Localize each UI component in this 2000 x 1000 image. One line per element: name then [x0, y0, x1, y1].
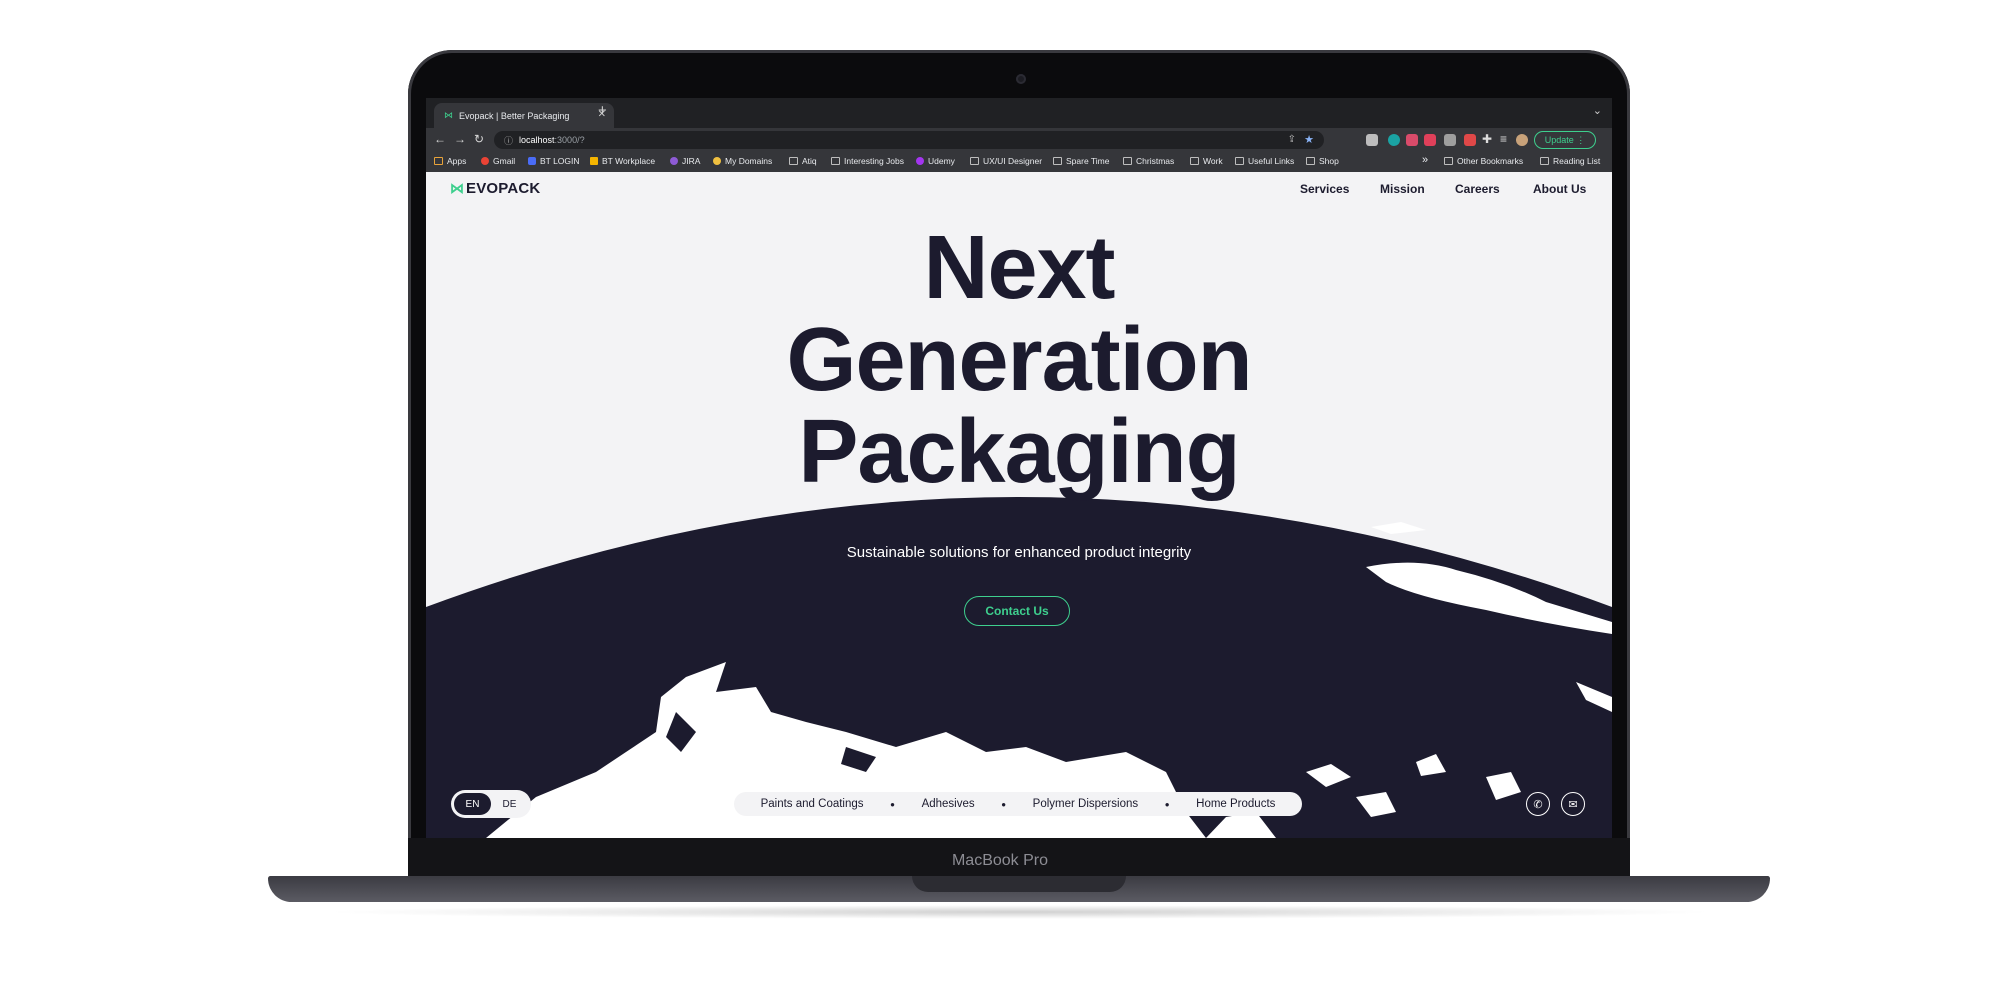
- browser-tab[interactable]: ⋈ Evopack | Better Packaging ✕: [434, 103, 614, 128]
- nav-mission[interactable]: Mission: [1380, 182, 1425, 196]
- tab-title: Evopack | Better Packaging: [459, 110, 570, 121]
- category-home-products[interactable]: Home Products: [1196, 798, 1275, 810]
- extension-icon[interactable]: [1424, 134, 1436, 146]
- bookmark-folder-spare-time[interactable]: Spare Time: [1053, 156, 1109, 166]
- hero-title-line-2: Generation: [786, 310, 1252, 410]
- extension-icon[interactable]: [1388, 134, 1400, 146]
- bookmark-udemy[interactable]: Udemy: [916, 156, 955, 166]
- bookmark-bt-workplace[interactable]: BT Workplace: [590, 156, 655, 166]
- lang-de-option[interactable]: DE: [491, 793, 528, 815]
- nav-about-us[interactable]: About Us: [1533, 182, 1586, 196]
- bookmark-folder-ux-ui[interactable]: UX/UI Designer: [970, 156, 1042, 166]
- hero-title-line-1: Next: [923, 218, 1115, 318]
- bookmark-folder-atiq[interactable]: Atiq: [789, 156, 817, 166]
- tab-search-icon[interactable]: ⌄: [1593, 104, 1602, 117]
- bookmark-folder-useful-links[interactable]: Useful Links: [1235, 156, 1294, 166]
- bt-icon: [528, 157, 536, 165]
- folder-icon: [1123, 157, 1132, 165]
- nav-careers[interactable]: Careers: [1455, 182, 1500, 196]
- bookmark-jira[interactable]: JIRA: [670, 156, 700, 166]
- new-tab-icon[interactable]: +: [598, 102, 607, 119]
- nav-services[interactable]: Services: [1300, 182, 1349, 196]
- laptop-shadow: [320, 905, 1720, 919]
- email-button[interactable]: ✉: [1561, 792, 1585, 816]
- update-button[interactable]: Update ⋮: [1534, 131, 1596, 149]
- extension-icon[interactable]: [1464, 134, 1476, 146]
- bookmarks-overflow-icon[interactable]: »: [1422, 154, 1428, 166]
- windows-icon: [590, 157, 598, 165]
- mail-icon: ✉: [1568, 798, 1578, 811]
- folder-icon: [1190, 157, 1199, 165]
- bookmark-folder-shop[interactable]: Shop: [1306, 156, 1339, 166]
- bookmark-folder-work[interactable]: Work: [1190, 156, 1223, 166]
- reading-list-icon: [1540, 157, 1549, 165]
- site-info-icon[interactable]: ⓘ: [504, 134, 513, 147]
- extension-icon[interactable]: [1366, 134, 1378, 146]
- udemy-icon: [916, 157, 924, 165]
- logo-mark-icon: ⋈: [450, 180, 464, 196]
- language-switcher: EN DE: [451, 790, 531, 818]
- bookmark-folder-christmas[interactable]: Christmas: [1123, 156, 1174, 166]
- hero-title-line-3: Packaging: [798, 402, 1240, 502]
- folder-icon: [1235, 157, 1244, 165]
- bookmarks-bar: Apps Gmail BT LOGIN BT Workplace JIRA My…: [426, 152, 1612, 173]
- bookmark-gmail[interactable]: Gmail: [481, 156, 515, 166]
- reload-icon[interactable]: ↻: [474, 132, 484, 146]
- bookmark-apps[interactable]: Apps: [434, 156, 466, 166]
- bookmark-other-bookmarks[interactable]: Other Bookmarks: [1444, 156, 1523, 166]
- separator-dot: ●: [1001, 799, 1007, 809]
- gmail-icon: [481, 157, 489, 165]
- reading-list-button[interactable]: Reading List: [1540, 156, 1600, 166]
- folder-icon: [1053, 157, 1062, 165]
- webcam: [1016, 74, 1026, 84]
- bookmark-bt-login[interactable]: BT LOGIN: [528, 156, 580, 166]
- island: [1371, 522, 1426, 534]
- address-bar[interactable]: ⓘ localhost:3000/? ⇪ ★: [494, 131, 1324, 149]
- hero-subtitle: Sustainable solutions for enhanced produ…: [846, 544, 1192, 561]
- category-adhesives[interactable]: Adhesives: [922, 798, 975, 810]
- camera-extension-icon[interactable]: [1444, 134, 1456, 146]
- forward-icon[interactable]: →: [454, 132, 466, 146]
- contact-us-button[interactable]: Contact Us: [964, 596, 1070, 626]
- site-logo[interactable]: ⋈ EVOPACK: [450, 180, 540, 197]
- browser-tab-bar: ⋈ Evopack | Better Packaging ✕ + ⌄: [426, 98, 1612, 128]
- reading-list-icon[interactable]: ≡: [1500, 132, 1507, 146]
- laptop-notch: [912, 876, 1126, 892]
- jira-icon: [670, 157, 678, 165]
- folder-icon: [789, 157, 798, 165]
- folder-icon: [1306, 157, 1315, 165]
- bookmark-star-icon[interactable]: ★: [1304, 133, 1314, 146]
- device-label: MacBook Pro: [951, 852, 1049, 869]
- apps-grid-icon: [434, 157, 443, 165]
- avatar[interactable]: [1516, 134, 1528, 146]
- puzzle-icon[interactable]: ✚: [1482, 132, 1492, 146]
- separator-dot: ●: [1164, 799, 1170, 809]
- favicon-icon: ⋈: [444, 110, 453, 120]
- category-bar: Paints and Coatings ● Adhesives ● Polyme…: [734, 792, 1302, 816]
- lang-en-option[interactable]: EN: [454, 793, 491, 815]
- web-page: ⋈ EVOPACK Services Mission Careers About…: [426, 172, 1612, 838]
- back-icon[interactable]: ←: [434, 132, 446, 146]
- folder-icon: [831, 157, 840, 165]
- phone-button[interactable]: ✆: [1526, 792, 1550, 816]
- category-polymer-dispersions[interactable]: Polymer Dispersions: [1033, 798, 1138, 810]
- logo-text: EVOPACK: [466, 180, 541, 197]
- folder-icon: [1444, 157, 1453, 165]
- separator-dot: ●: [890, 799, 895, 809]
- url-host: localhost: [519, 135, 555, 145]
- browser-toolbar: ← → ↻ ⓘ localhost:3000/? ⇪ ★ ✚ ≡ Update …: [426, 128, 1612, 152]
- share-icon[interactable]: ⇪: [1288, 134, 1296, 145]
- phone-icon: ✆: [1533, 798, 1543, 811]
- extension-icon[interactable]: [1406, 134, 1418, 146]
- domains-icon: [713, 157, 721, 165]
- bookmark-my-domains[interactable]: My Domains: [713, 156, 772, 166]
- folder-icon: [970, 157, 979, 165]
- bookmark-folder-interesting-jobs[interactable]: Interesting Jobs: [831, 156, 904, 166]
- url-path: :3000/?: [554, 135, 585, 145]
- laptop-screen: ⋈ Evopack | Better Packaging ✕ + ⌄ ← → ↻…: [426, 98, 1612, 838]
- category-paints-coatings[interactable]: Paints and Coatings: [761, 798, 864, 810]
